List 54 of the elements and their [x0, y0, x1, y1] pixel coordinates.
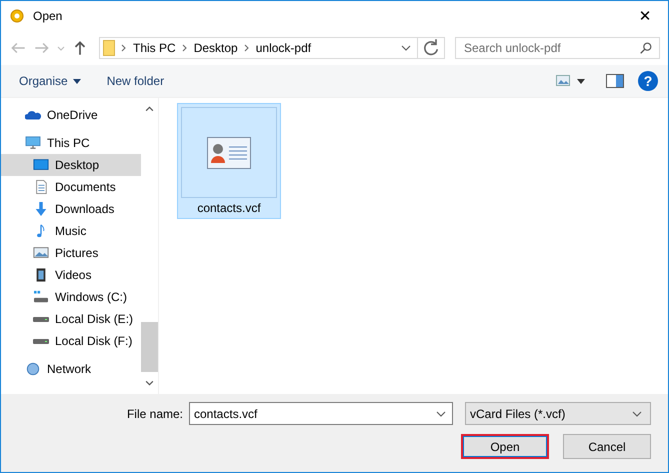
- sidebar-item[interactable]: Videos: [1, 264, 141, 286]
- drive-icon: [33, 316, 49, 322]
- monitor-icon: [33, 158, 49, 172]
- close-button[interactable]: ✕: [622, 1, 668, 31]
- gear-icon: [9, 8, 25, 24]
- search-field[interactable]: Search unlock-pdf: [455, 37, 660, 59]
- file-name-label: File name:: [126, 406, 183, 420]
- open-button[interactable]: Open: [461, 434, 549, 459]
- file-type-dropdown[interactable]: vCard Files (*.vcf): [465, 402, 651, 425]
- folder-icon: [103, 40, 115, 56]
- window-title: Open: [33, 9, 62, 23]
- drive-icon: [33, 290, 49, 304]
- breadcrumb-item[interactable]: unlock-pdf: [256, 41, 312, 55]
- sidebar-item[interactable]: OneDrive: [1, 104, 141, 126]
- sidebar-item[interactable]: Downloads: [1, 198, 141, 220]
- chevron-icon: [121, 44, 127, 52]
- document-icon: [33, 180, 49, 194]
- drive-icon: [33, 338, 49, 344]
- preview-pane-icon[interactable]: [606, 74, 624, 88]
- picture-icon: [33, 246, 49, 260]
- chevron-icon: [244, 44, 250, 52]
- chevron-icon: [182, 44, 188, 52]
- address-bar[interactable]: This PC Desktop unlock-pdf: [99, 37, 445, 59]
- caret-icon: [632, 410, 642, 416]
- monitor-icon: [25, 136, 41, 150]
- sidebar-item[interactable]: Music: [1, 220, 141, 242]
- file-name-field[interactable]: contacts.vcf: [189, 402, 453, 425]
- breadcrumb-item[interactable]: Desktop: [194, 41, 238, 55]
- search-icon: [639, 41, 653, 55]
- scroll-down-icon[interactable]: [145, 380, 154, 386]
- sidebar-item[interactable]: Documents: [1, 176, 141, 198]
- file-item[interactable]: contacts.vcf: [177, 103, 281, 219]
- caret-icon: [72, 78, 81, 84]
- dropdown-caret-icon[interactable]: [436, 411, 446, 417]
- breadcrumb-item[interactable]: This PC: [133, 41, 176, 55]
- contact-card-icon: [207, 136, 251, 168]
- sidebar-item[interactable]: Desktop: [1, 154, 141, 176]
- globe-icon: [25, 362, 41, 376]
- scrollbar-thumb[interactable]: [141, 322, 158, 372]
- sidebar-item[interactable]: Windows (C:): [1, 286, 141, 308]
- cancel-button[interactable]: Cancel: [563, 434, 651, 459]
- scroll-up-icon[interactable]: [145, 106, 154, 112]
- view-options-icon[interactable]: [556, 75, 586, 87]
- sidebar-item[interactable]: Local Disk (E:): [1, 308, 141, 330]
- sidebar-item[interactable]: This PC: [1, 132, 141, 154]
- organise-button[interactable]: Organise: [13, 70, 87, 92]
- sidebar-item[interactable]: Pictures: [1, 242, 141, 264]
- new-folder-button[interactable]: New folder: [100, 70, 170, 92]
- sidebar-item[interactable]: Local Disk (F:): [1, 330, 141, 352]
- cloud-icon: [25, 108, 41, 122]
- sidebar-item[interactable]: Network: [1, 358, 141, 380]
- down-arrow-icon: [33, 202, 49, 216]
- help-button[interactable]: ?: [638, 71, 658, 91]
- dropdown-caret-icon[interactable]: [401, 44, 411, 52]
